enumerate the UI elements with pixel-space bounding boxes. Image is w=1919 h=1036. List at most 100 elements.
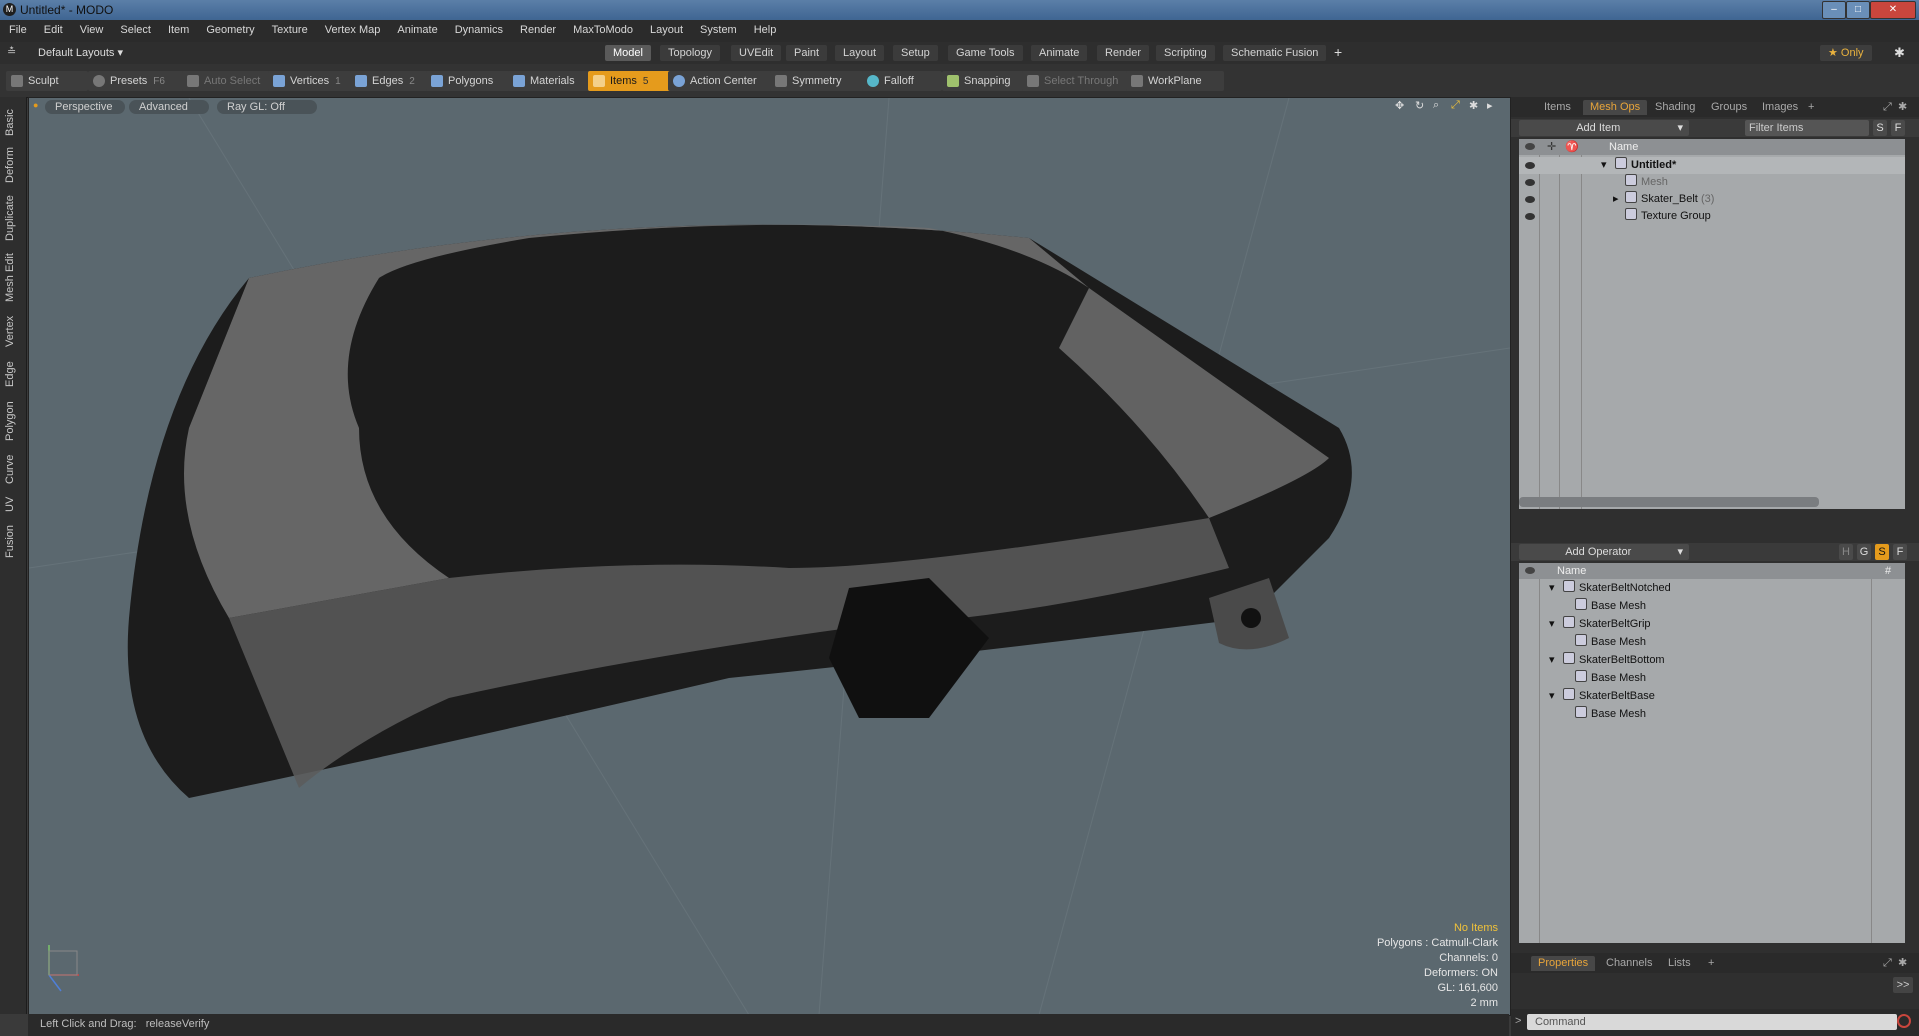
vtab-duplicate[interactable]: Duplicate <box>4 191 22 245</box>
menu-maxtomodo[interactable]: MaxToModo <box>564 20 641 36</box>
tab-mesh-ops[interactable]: Mesh Ops <box>1583 100 1648 115</box>
add-item-dropdown[interactable]: Add Item ▾ <box>1519 120 1689 136</box>
pan-icon[interactable]: ✥ <box>1395 99 1404 112</box>
menu-item[interactable]: Item <box>159 20 197 36</box>
filter-f-button[interactable]: F <box>1891 120 1905 136</box>
minimize-button[interactable]: – <box>1822 1 1846 19</box>
rotate-icon[interactable]: ↻ <box>1415 99 1424 112</box>
list-item[interactable]: ▾ SkaterBeltBottom <box>1519 652 1905 669</box>
close-button[interactable]: ✕ <box>1870 1 1916 19</box>
maximize-button[interactable]: □ <box>1846 1 1870 19</box>
expand-arrow-icon[interactable]: ▾ <box>1601 157 1607 174</box>
tab-uvedit[interactable]: UVEdit <box>731 45 782 61</box>
tab-paint[interactable]: Paint <box>786 45 828 61</box>
only-toggle[interactable]: ★ Only <box>1820 45 1872 61</box>
vtab-curve[interactable]: Curve <box>4 451 22 487</box>
menu-select[interactable]: Select <box>111 20 159 36</box>
item-list[interactable]: ✛ ♈ Name ▾ Untitled* Mesh ▸ Skater_Belt … <box>1519 139 1905 509</box>
meshops-g-button[interactable]: G <box>1857 544 1871 560</box>
expand-arrow-icon[interactable]: ▾ <box>1549 616 1555 633</box>
panel-gear-icon[interactable]: ✱ <box>1891 100 1914 115</box>
record-icon[interactable] <box>1897 1014 1911 1028</box>
fit-icon[interactable]: ⤢ <box>1451 99 1460 112</box>
layout-selector[interactable]: Default Layouts ▾ <box>38 46 123 59</box>
falloff-button[interactable]: Falloff <box>862 71 942 91</box>
menu-animate[interactable]: Animate <box>388 20 445 36</box>
vtab-mesh-edit[interactable]: Mesh Edit <box>4 251 22 305</box>
list-item[interactable]: Mesh <box>1519 174 1905 191</box>
tab-animate[interactable]: Animate <box>1031 45 1088 61</box>
add-tab-button[interactable]: + <box>1334 44 1342 60</box>
menu-system[interactable]: System <box>691 20 745 36</box>
vtab-deform[interactable]: Deform <box>4 145 22 185</box>
meshops-f-button[interactable]: F <box>1893 544 1907 560</box>
list-item[interactable]: Base Mesh <box>1519 598 1905 615</box>
list-item[interactable]: ▾ SkaterBeltNotched <box>1519 580 1905 597</box>
action-center-button[interactable]: Action Center <box>668 71 780 91</box>
expand-arrow-icon[interactable]: ▾ <box>1549 688 1555 705</box>
tab-scripting[interactable]: Scripting <box>1156 45 1215 61</box>
viewport-scene[interactable] <box>29 98 1510 1015</box>
list-item[interactable]: Base Mesh <box>1519 706 1905 723</box>
symmetry-button[interactable]: Symmetry <box>770 71 870 91</box>
gear-icon[interactable]: ✱ <box>1894 45 1905 61</box>
select-through-button[interactable]: Select Through <box>1022 71 1134 91</box>
tab-shading[interactable]: Shading <box>1648 100 1702 115</box>
list-item[interactable]: Base Mesh <box>1519 634 1905 651</box>
zoom-icon[interactable]: ⌕ <box>1433 99 1439 112</box>
tab-game-tools[interactable]: Game Tools <box>948 45 1023 61</box>
meshops-h-button[interactable]: H <box>1839 544 1853 560</box>
viewport-arrow-icon[interactable]: ▸ <box>1487 99 1493 112</box>
list-item[interactable]: Base Mesh <box>1519 670 1905 687</box>
viewport-menu-icon[interactable]: ● <box>33 100 38 110</box>
tab-topology[interactable]: Topology <box>660 45 721 61</box>
menu-vertex-map[interactable]: Vertex Map <box>316 20 389 36</box>
menu-file[interactable]: File <box>0 20 35 36</box>
tab-lists[interactable]: Lists <box>1661 956 1698 971</box>
expand-arrow-icon[interactable]: ▸ <box>1613 191 1619 208</box>
menu-layout[interactable]: Layout <box>641 20 691 36</box>
vtab-vertex[interactable]: Vertex <box>4 311 22 351</box>
expand-arrow-icon[interactable]: ▾ <box>1549 580 1555 597</box>
menu-geometry[interactable]: Geometry <box>197 20 262 36</box>
snapping-button[interactable]: Snapping <box>942 71 1034 91</box>
tab-images[interactable]: Images <box>1755 100 1805 115</box>
items-button[interactable]: Items 5 <box>588 71 676 91</box>
list-item[interactable]: ▾ SkaterBeltBase <box>1519 688 1905 705</box>
menu-help[interactable]: Help <box>745 20 785 36</box>
filter-s-button[interactable]: S <box>1873 120 1887 136</box>
menu-edit[interactable]: Edit <box>35 20 71 36</box>
vtab-basic[interactable]: Basic <box>4 105 22 141</box>
meshops-list[interactable]: Name # ▾ SkaterBeltNotched Base Mesh ▾ Ska… <box>1519 563 1905 943</box>
skater-belt-mesh[interactable] <box>127 224 1352 799</box>
list-item[interactable]: Texture Group <box>1519 208 1905 225</box>
vtab-polygon[interactable]: Polygon <box>4 397 22 445</box>
raygl-dropdown[interactable]: Ray GL: Off <box>217 100 317 114</box>
vtab-uv[interactable]: UV <box>4 493 22 515</box>
list-item[interactable]: ▾ Untitled* <box>1519 157 1905 174</box>
layout-toggle-icon[interactable]: ≛ <box>7 45 16 58</box>
3d-viewport[interactable]: ● Perspective Advanced Ray GL: Off ✥ ↻ ⌕… <box>28 97 1511 1016</box>
menu-render[interactable]: Render <box>511 20 564 36</box>
list-item[interactable]: ▸ Skater_Belt (3) <box>1519 191 1905 208</box>
menu-view[interactable]: View <box>71 20 112 36</box>
workplane-button[interactable]: WorkPlane <box>1126 71 1224 91</box>
tab-layout[interactable]: Layout <box>835 45 885 61</box>
viewport-gear-icon[interactable]: ✱ <box>1469 99 1478 112</box>
eye-icon[interactable] <box>1525 179 1535 186</box>
tab-channels[interactable]: Channels <box>1599 956 1659 971</box>
tab-setup[interactable]: Setup <box>893 45 938 61</box>
advanced-dropdown[interactable]: Advanced <box>129 100 209 114</box>
perspective-dropdown[interactable]: Perspective <box>45 100 125 114</box>
add-panel-tab-icon[interactable]: + <box>1801 100 1821 115</box>
menu-dynamics[interactable]: Dynamics <box>446 20 511 36</box>
tab-model[interactable]: Model <box>605 45 651 61</box>
add-panel-tab-icon[interactable]: + <box>1701 956 1721 971</box>
presets-button[interactable]: Presets F6 <box>88 71 196 91</box>
eye-icon[interactable] <box>1525 162 1535 169</box>
eye-icon[interactable] <box>1525 213 1535 220</box>
command-input[interactable]: Command <box>1527 1014 1897 1030</box>
tab-render[interactable]: Render <box>1097 45 1150 61</box>
list-item[interactable]: ▾ SkaterBeltGrip <box>1519 616 1905 633</box>
meshops-s-button[interactable]: S <box>1875 544 1889 560</box>
